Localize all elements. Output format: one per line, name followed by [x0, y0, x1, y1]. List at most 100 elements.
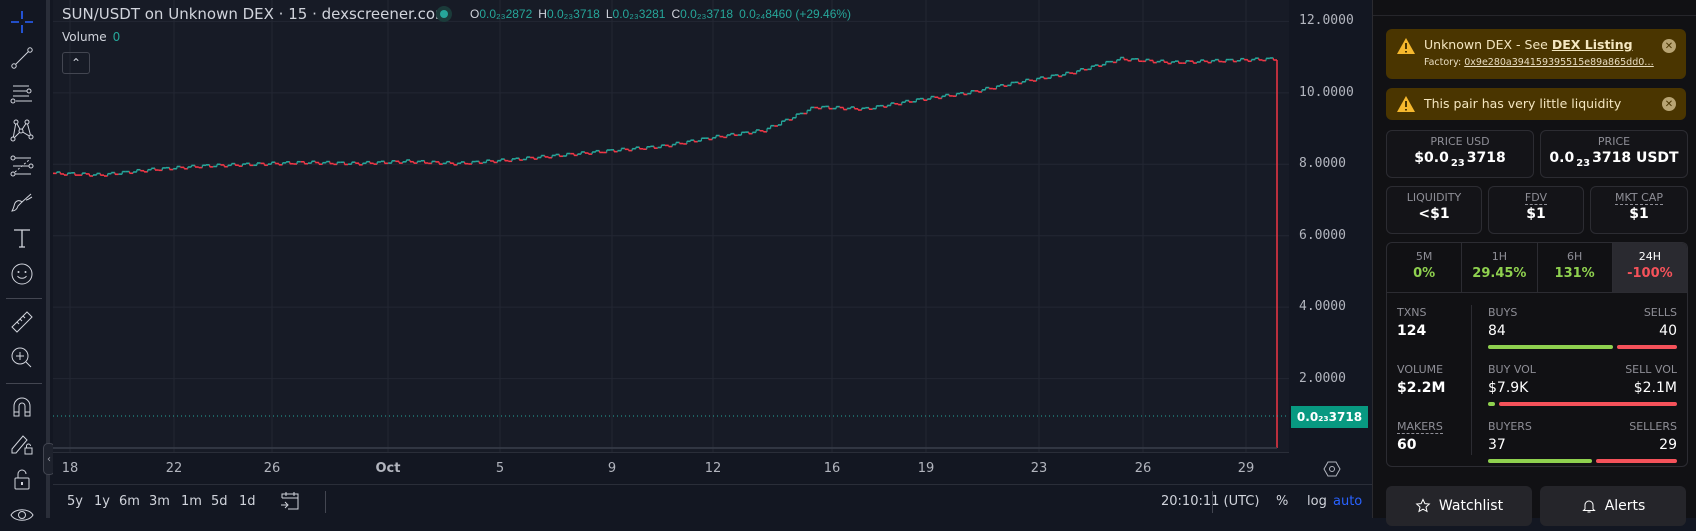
crosshair-tool[interactable]	[6, 6, 38, 38]
buyers-value: 37	[1488, 437, 1506, 453]
bottombar-divider	[1212, 491, 1213, 513]
price-box: PRICE 0.0 23 3718 USDT	[1540, 130, 1688, 178]
price-usd-value: $0.0 23 3718	[1414, 150, 1506, 169]
unlock-icon	[14, 469, 30, 490]
ruler-icon	[11, 311, 33, 333]
factory-label: Factory:	[1424, 57, 1465, 68]
timeframe-label: 24H	[1638, 250, 1662, 263]
timeframe-tab-1h[interactable]: 1H 29.45%	[1462, 243, 1538, 293]
trend-line-icon	[11, 47, 33, 69]
price-tick-label: 6.0000	[1299, 227, 1346, 243]
log-scale-toggle[interactable]: log	[1307, 494, 1327, 509]
time-tick-label: 26	[263, 461, 281, 476]
price-chart[interactable]	[53, 0, 1289, 452]
transaction-stats: TXNS 124 BUYS SELLS 84 40 VOLUME $2.2M B…	[1386, 292, 1688, 467]
chevron-left-icon: ‹	[47, 453, 51, 465]
range-1d-button[interactable]: 1d	[239, 494, 256, 509]
close-alert-button[interactable]: ✕	[1662, 97, 1676, 111]
forecast-tool[interactable]	[6, 150, 38, 182]
chain-breadcrumb[interactable]: Arbitrum > Unknown DEX	[1433, 0, 1621, 4]
price-tick-label: 10.0000	[1299, 84, 1354, 100]
price-tick-label: 8.0000	[1299, 156, 1346, 172]
close-alert-button[interactable]: ✕	[1662, 39, 1676, 53]
volume-legend: Volume 0	[62, 30, 120, 44]
chevron-up-icon: ⌃	[70, 56, 82, 70]
ohlc-key-l: L	[605, 7, 613, 21]
xabcd-pattern-icon	[10, 119, 34, 142]
sellers-label: SELLERS	[1629, 420, 1677, 433]
liquidity-box: LIQUIDITY <$1	[1386, 186, 1482, 234]
percent-scale-toggle[interactable]: %	[1276, 494, 1288, 509]
chart-title: SUN/USDT on Unknown DEX · 15 · dexscreen…	[62, 5, 450, 23]
fdv-box[interactable]: FDV $1	[1488, 186, 1584, 234]
calendar-arrow-icon	[281, 492, 299, 510]
toolbar-divider	[6, 383, 42, 384]
range-1y-button[interactable]: 1y	[94, 494, 110, 509]
measure-tool[interactable]	[6, 306, 38, 338]
hexagon-settings-icon	[1323, 461, 1341, 477]
chart-canvas[interactable]	[53, 0, 1289, 452]
time-tick-label: 12	[704, 461, 722, 476]
buy-vol-value: $7.9K	[1488, 380, 1529, 396]
text-tool[interactable]	[6, 222, 38, 254]
timeframe-tab-24h[interactable]: 24H -100%	[1612, 243, 1687, 293]
factory-address-link[interactable]: 0x9e280a394159395515e89a865dd0…	[1464, 57, 1654, 68]
makers-label[interactable]: MAKERS	[1397, 420, 1443, 434]
mkt-cap-label: MKT CAP	[1615, 191, 1663, 205]
range-1m-button[interactable]: 1m	[181, 494, 202, 509]
crosshair-icon	[11, 11, 33, 33]
lock-drawings-tool[interactable]	[6, 427, 38, 459]
magnet-icon	[13, 397, 31, 417]
time-tick-label: 9	[607, 461, 617, 476]
fib-retracement-icon	[10, 85, 32, 104]
utc-clock[interactable]: 20:10:11 (UTC)	[1161, 494, 1259, 509]
range-3m-button[interactable]: 3m	[149, 494, 170, 509]
text-icon	[14, 229, 30, 248]
pencil-lock-icon	[11, 435, 33, 455]
pair-breadcrumb: Arbitrum > Unknown DEX	[1373, 0, 1696, 16]
alerts-button[interactable]: Alerts	[1540, 486, 1686, 526]
pattern-tool[interactable]	[6, 114, 38, 146]
price-axis[interactable]: 12.0000 10.0000 8.0000 6.0000 4.0000 2.0000	[1289, 0, 1372, 452]
sellers-value: 29	[1659, 437, 1677, 453]
range-5y-button[interactable]: 5y	[67, 494, 83, 509]
range-6m-button[interactable]: 6m	[119, 494, 140, 509]
auto-scale-toggle[interactable]: auto	[1333, 494, 1362, 509]
magnet-tool[interactable]	[6, 391, 38, 423]
last-price-label: 0.0₂₃3718	[1291, 406, 1368, 428]
timeframe-tab-5m[interactable]: 5M 0%	[1387, 243, 1463, 293]
brush-icon	[11, 193, 33, 212]
time-tick-label: 23	[1030, 461, 1048, 476]
mkt-cap-box[interactable]: MKT CAP $1	[1590, 186, 1688, 234]
timeframe-tab-6h[interactable]: 6H 131%	[1538, 243, 1613, 293]
price-value: 0.0 23 3718 USDT	[1549, 150, 1679, 169]
time-tick-label: 19	[917, 461, 935, 476]
time-tick-label: 18	[61, 461, 79, 476]
price-tick-label: 2.0000	[1299, 370, 1346, 386]
star-icon	[1415, 498, 1431, 513]
fdv-label: FDV	[1524, 191, 1548, 205]
axis-settings-button[interactable]	[1322, 459, 1342, 479]
price-tick-label: 12.0000	[1299, 13, 1354, 29]
collapse-legend-button[interactable]: ⌃	[62, 52, 90, 74]
go-to-date-button[interactable]	[279, 490, 301, 512]
brush-tool[interactable]	[6, 186, 38, 218]
fib-tool[interactable]	[6, 78, 38, 110]
timeframe-label: 5M	[1415, 250, 1433, 263]
hide-drawings-tool[interactable]	[6, 499, 38, 531]
buyers-bar	[1488, 459, 1592, 463]
time-tick-label: 16	[823, 461, 841, 476]
time-tick-label: 26	[1134, 461, 1152, 476]
zoom-in-tool[interactable]	[6, 342, 38, 374]
trend-line-tool[interactable]	[6, 42, 38, 74]
chart-bottom-bar: 5y 1y 6m 3m 1m 5d 1d 20:10:11 (UTC) % lo…	[53, 484, 1372, 518]
warning-icon	[1397, 38, 1415, 54]
watchlist-button[interactable]: Watchlist	[1386, 486, 1532, 526]
lock-all-tool[interactable]	[6, 463, 38, 495]
txns-label: TXNS	[1397, 306, 1427, 319]
dex-listing-link[interactable]: DEX Listing	[1552, 37, 1633, 52]
emoji-tool[interactable]	[6, 258, 38, 290]
range-5d-button[interactable]: 5d	[211, 494, 228, 509]
unknown-dex-alert: Unknown DEX - See DEX Listing ✕ Factory:…	[1386, 29, 1686, 79]
time-axis[interactable]: 18 22 26 Oct 5 9 12 16 19 23 26 29	[53, 452, 1289, 484]
